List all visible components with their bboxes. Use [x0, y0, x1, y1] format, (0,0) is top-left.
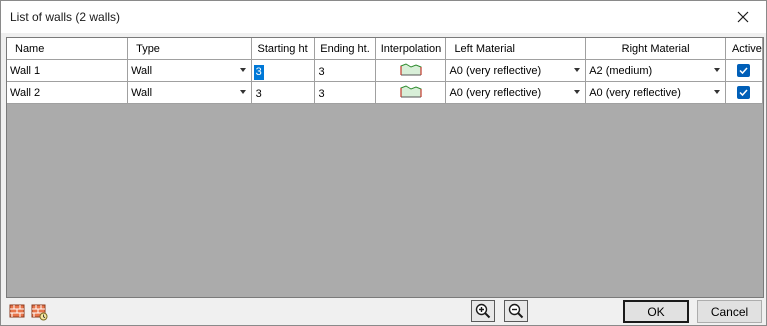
- column-header-starting-ht[interactable]: Starting ht: [251, 38, 315, 60]
- interpolation-cell[interactable]: [375, 59, 447, 82]
- zoom-out-icon: [508, 303, 524, 319]
- starting-ht-value: 3: [255, 87, 262, 100]
- active-checkbox[interactable]: [737, 86, 751, 99]
- walls-table: Name Type Starting ht Ending ht. Interpo…: [7, 38, 763, 104]
- dropdown-arrow-icon[interactable]: [713, 68, 720, 72]
- wall-properties-icon: [31, 304, 48, 321]
- table-row[interactable]: Wall 2 Wall 3 3 A0 (very reflective) A0 …: [7, 81, 763, 104]
- add-wall-button[interactable]: [9, 303, 25, 322]
- starting-ht-value: 3: [253, 64, 264, 80]
- close-icon: [737, 11, 749, 23]
- ending-ht-cell[interactable]: 3: [314, 59, 377, 82]
- left-material-select[interactable]: A0 (very reflective): [445, 59, 587, 82]
- column-header-active[interactable]: Active: [725, 38, 763, 60]
- wall-properties-button[interactable]: [31, 303, 49, 324]
- ending-ht-value: 3: [318, 65, 325, 78]
- right-material-select[interactable]: A0 (very reflective): [585, 81, 726, 104]
- type-value: Wall: [131, 64, 153, 77]
- left-material-value: A0 (very reflective): [449, 86, 542, 99]
- dropdown-arrow-icon[interactable]: [713, 90, 720, 94]
- active-checkbox[interactable]: [737, 64, 751, 77]
- column-header-right-material[interactable]: Right Material: [585, 38, 726, 60]
- active-cell[interactable]: [725, 81, 763, 104]
- checkmark-icon: [739, 89, 749, 97]
- starting-ht-cell[interactable]: 3: [251, 59, 315, 82]
- zoom-in-button[interactable]: [471, 300, 495, 322]
- type-select[interactable]: Wall: [127, 81, 252, 104]
- interpolation-icon[interactable]: [400, 83, 422, 99]
- right-material-value: A2 (medium): [589, 64, 653, 77]
- dropdown-arrow-icon[interactable]: [574, 90, 581, 94]
- dropdown-arrow-icon[interactable]: [239, 68, 246, 72]
- ending-ht-value: 3: [318, 87, 325, 100]
- left-material-value: A0 (very reflective): [449, 64, 542, 77]
- column-header-ending-ht[interactable]: Ending ht.: [314, 38, 377, 60]
- right-material-select[interactable]: A2 (medium): [585, 59, 726, 82]
- ending-ht-cell[interactable]: 3: [314, 81, 377, 104]
- type-value: Wall: [131, 86, 153, 99]
- title-bar: List of walls (2 walls): [1, 1, 766, 33]
- name-cell[interactable]: Wall 1: [7, 59, 129, 82]
- left-material-select[interactable]: A0 (very reflective): [445, 81, 587, 104]
- checkmark-icon: [739, 67, 749, 75]
- dropdown-arrow-icon[interactable]: [239, 90, 246, 94]
- bottom-toolbar: OK Cancel: [1, 298, 766, 326]
- table-row[interactable]: Wall 1 Wall 3 3 A0 (very reflective) A2 …: [7, 59, 763, 82]
- close-button[interactable]: [720, 1, 766, 33]
- column-header-name[interactable]: Name: [7, 38, 129, 60]
- type-select[interactable]: Wall: [127, 59, 252, 82]
- ok-button[interactable]: OK: [623, 300, 689, 323]
- right-material-value: A0 (very reflective): [589, 86, 681, 99]
- dialog-window: List of walls (2 walls) Name Type Starti…: [0, 0, 767, 326]
- walls-grid: Name Type Starting ht Ending ht. Interpo…: [6, 37, 764, 298]
- dropdown-arrow-icon[interactable]: [574, 68, 581, 72]
- add-wall-icon: [9, 304, 25, 318]
- column-header-type[interactable]: Type: [127, 38, 252, 60]
- column-header-left-material[interactable]: Left Material: [445, 38, 587, 60]
- header-row: Name Type Starting ht Ending ht. Interpo…: [7, 38, 763, 60]
- window-title: List of walls (2 walls): [10, 10, 121, 24]
- column-header-interpolation[interactable]: Interpolation: [375, 38, 447, 60]
- interpolation-icon[interactable]: [400, 61, 422, 77]
- name-cell[interactable]: Wall 2: [7, 81, 129, 104]
- active-cell[interactable]: [725, 59, 763, 82]
- zoom-out-button[interactable]: [504, 300, 528, 322]
- interpolation-cell[interactable]: [375, 81, 447, 104]
- starting-ht-cell[interactable]: 3: [251, 81, 315, 104]
- zoom-in-icon: [475, 303, 491, 319]
- cancel-button[interactable]: Cancel: [697, 300, 762, 323]
